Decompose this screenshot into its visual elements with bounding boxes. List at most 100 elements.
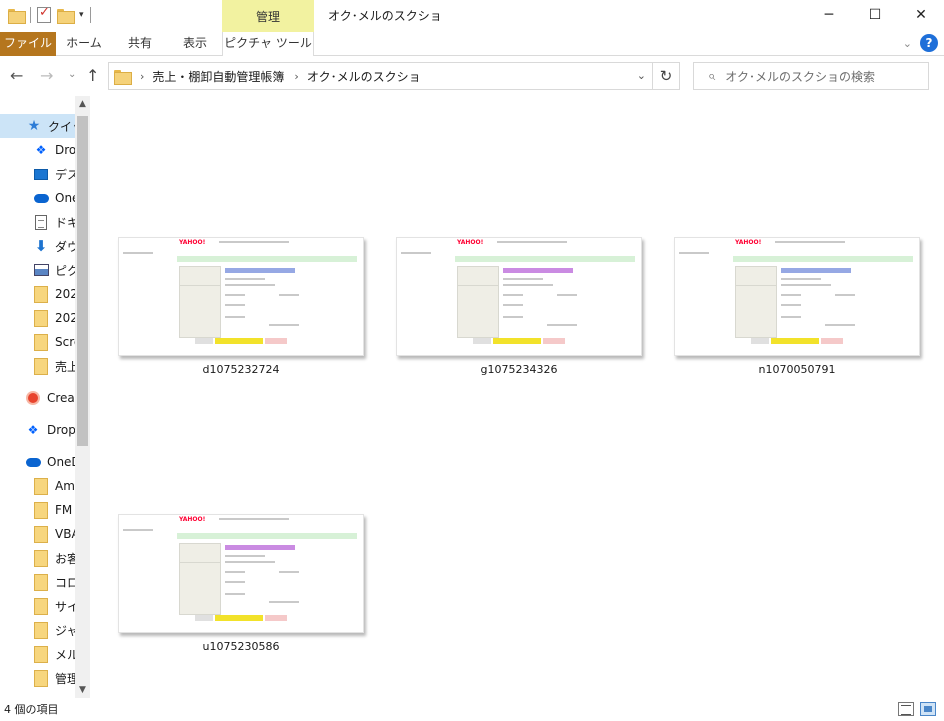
file-name[interactable]: u1075230586 — [118, 640, 364, 653]
file-thumbnail[interactable]: YAHOO! — [674, 237, 920, 356]
large-icons-view-button[interactable] — [920, 702, 936, 716]
close-button[interactable]: ✕ — [898, 0, 944, 30]
title-bar: ▾ 管理 オク･メルのスクショ ─ ☐ ✕ — [0, 0, 944, 32]
file-thumbnail[interactable]: YAHOO! — [118, 237, 364, 356]
dropbox-icon: ❖ — [27, 423, 39, 437]
sidebar-item-folder[interactable]: VBA — [0, 522, 76, 546]
maximize-button[interactable]: ☐ — [852, 0, 898, 30]
folder-icon — [33, 285, 49, 303]
sidebar-item-dropbox[interactable]: ❖ Drop — [0, 418, 76, 442]
breadcrumb-item[interactable]: 売上・棚卸自動管理帳簿 — [152, 68, 284, 85]
manage-context-tab-header: 管理 — [222, 0, 314, 32]
sidebar-item-folder[interactable]: お客 — [0, 546, 76, 570]
customize-toolbar-chevron-icon[interactable]: ▾ — [79, 10, 84, 20]
navigation-pane-scrollbar[interactable]: ▲ ▼ — [75, 96, 90, 698]
sidebar-item-label: Creat — [47, 391, 76, 405]
sidebar-item-label: デスクトップ — [55, 167, 76, 182]
dropbox-icon: ❖ — [35, 143, 47, 157]
window-title: オク･メルのスクショ — [328, 9, 442, 23]
sidebar-item-quick-access[interactable]: ★ クイック アクセス — [0, 114, 76, 138]
breadcrumb-item-current[interactable]: オク･メルのスクショ — [307, 68, 421, 85]
sidebar-item-folder[interactable]: Scre — [0, 330, 76, 354]
details-view-button[interactable] — [898, 702, 914, 716]
yahoo-logo: YAHOO! — [735, 239, 762, 246]
sidebar-item-label: ダウンロード — [55, 239, 76, 254]
scrollbar-thumb[interactable] — [77, 116, 88, 446]
tab-file[interactable]: ファイル — [0, 32, 56, 56]
search-placeholder[interactable]: オク･メルのスクショの検索 — [725, 68, 875, 85]
file-explorer-window: ▾ 管理 オク･メルのスクショ ─ ☐ ✕ ファイル ホーム 共有 表示 ピクチ… — [0, 0, 944, 721]
scroll-up-arrow-icon[interactable]: ▲ — [75, 96, 90, 112]
address-row: ← → ⌄ ↑ › 売上・棚卸自動管理帳簿 › オク･メルのスクショ ⌄ ↻ ⌕… — [0, 56, 944, 96]
sidebar-item-pinned[interactable]: ⬇ ダウンロード 📌 — [0, 234, 76, 258]
sidebar-item-folder[interactable]: 管理 — [0, 666, 76, 690]
folder-icon — [33, 477, 49, 495]
cloud-icon — [33, 190, 49, 206]
sidebar-item-folder[interactable]: メル — [0, 642, 76, 666]
onedrive-icon — [25, 454, 41, 470]
folder-icon — [33, 309, 49, 327]
tab-home[interactable]: ホーム — [56, 32, 112, 56]
up-button[interactable]: ↑ — [86, 66, 99, 85]
folder-icon — [33, 333, 49, 351]
address-bar[interactable]: › 売上・棚卸自動管理帳簿 › オク･メルのスクショ ⌄ — [108, 62, 653, 90]
expand-ribbon-chevron-icon[interactable]: ⌄ — [903, 37, 912, 50]
search-box[interactable]: ⌕ オク･メルのスクショの検索 — [693, 62, 929, 90]
sidebar-item-pinned[interactable]: デスクトップ 📌 — [0, 162, 76, 186]
folder-icon — [33, 645, 49, 663]
recent-locations-chevron-icon[interactable]: ⌄ — [68, 69, 76, 80]
toolbar-divider — [89, 7, 91, 23]
refresh-button[interactable]: ↻ — [652, 62, 680, 90]
file-name[interactable]: n1070050791 — [674, 363, 920, 376]
minimize-button[interactable]: ─ — [806, 0, 852, 30]
file-name[interactable]: g1075234326 — [396, 363, 642, 376]
back-button[interactable]: ← — [10, 66, 23, 85]
sidebar-item-folder[interactable]: FM — [0, 498, 76, 522]
sidebar-item-folder[interactable]: 202 — [0, 282, 76, 306]
sidebar-item-folder[interactable]: サイ — [0, 594, 76, 618]
file-thumbnail[interactable]: YAHOO! — [118, 514, 364, 633]
sidebar-item-pinned[interactable]: ピクチャ 📌 — [0, 258, 76, 282]
sidebar-item-label: ピクチャ — [55, 263, 76, 278]
tab-view[interactable]: 表示 — [168, 32, 222, 56]
yahoo-logo: YAHOO! — [179, 239, 206, 246]
tab-share[interactable]: 共有 — [112, 32, 168, 56]
yahoo-logo: YAHOO! — [179, 516, 206, 523]
desktop-icon — [33, 166, 49, 182]
folder-icon — [33, 549, 49, 567]
document-icon — [33, 214, 49, 230]
sidebar-item-pinned[interactable]: ドキュメント 📌 — [0, 210, 76, 234]
breadcrumb-separator[interactable]: › — [140, 70, 144, 83]
sidebar-item-label: VBA — [55, 527, 76, 541]
scroll-down-arrow-icon[interactable]: ▼ — [75, 682, 90, 698]
sidebar-item-label: メル — [55, 647, 76, 662]
tab-picture-tools[interactable]: ピクチャ ツール — [222, 32, 314, 56]
new-folder-icon[interactable] — [57, 8, 75, 24]
file-list-pane: YAHOO! d1075232724 YAHOO! g1075234326 YA… — [91, 96, 944, 698]
address-history-chevron-icon[interactable]: ⌄ — [637, 69, 646, 82]
sidebar-item-label: OneD — [47, 455, 76, 469]
download-icon: ⬇ — [34, 237, 48, 255]
file-thumbnail[interactable]: YAHOO! — [396, 237, 642, 356]
sidebar-item-folder[interactable]: 売上 — [0, 354, 76, 378]
sidebar-item-folder[interactable]: ジャ — [0, 618, 76, 642]
sidebar-item-folder[interactable]: Am — [0, 474, 76, 498]
sidebar-item-creative-cloud[interactable]: Creat — [0, 386, 76, 410]
picture-icon — [33, 262, 49, 278]
sidebar-item-label: 202 — [55, 311, 76, 325]
help-icon[interactable]: ? — [920, 34, 938, 52]
star-icon: ★ — [27, 118, 41, 134]
forward-button[interactable]: → — [40, 66, 53, 85]
sidebar-item-pinned[interactable]: ❖ Dropbox 📌 — [0, 138, 76, 162]
sidebar-item-onedrive[interactable]: OneD — [0, 450, 76, 474]
properties-icon[interactable] — [37, 5, 51, 23]
sidebar-item-folder[interactable]: 202 — [0, 306, 76, 330]
ribbon-tabs: ファイル ホーム 共有 表示 ピクチャ ツール ⌄ ? — [0, 32, 944, 56]
breadcrumb-separator[interactable]: › — [294, 70, 298, 83]
file-name[interactable]: d1075232724 — [118, 363, 364, 376]
sidebar-item-pinned[interactable]: OneDrive 📌 — [0, 186, 76, 210]
folder-icon[interactable] — [8, 8, 26, 24]
yahoo-logo: YAHOO! — [457, 239, 484, 246]
quick-access-toolbar: ▾ — [8, 5, 91, 24]
sidebar-item-folder[interactable]: コロ — [0, 570, 76, 594]
